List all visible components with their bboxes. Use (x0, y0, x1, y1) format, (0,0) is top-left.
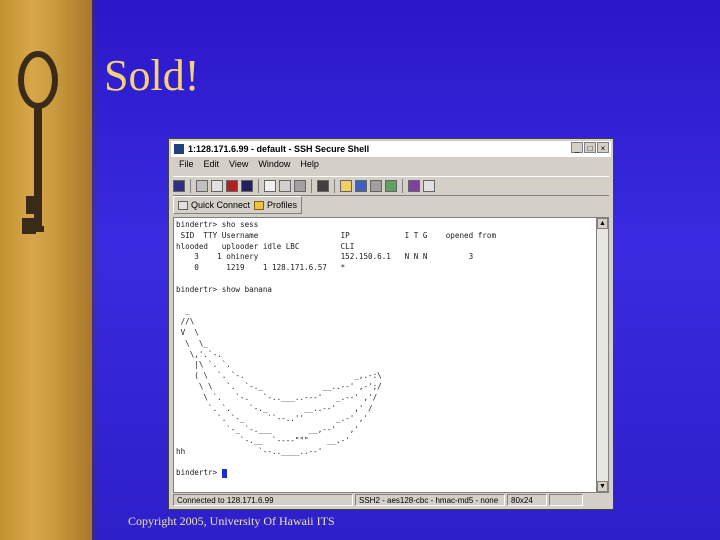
ssh-client-window: 1:128.171.6.99 - default - SSH Secure Sh… (168, 138, 614, 510)
terminal-line: |\ `. `. (176, 360, 231, 370)
terminal-line: _ (176, 306, 190, 316)
find-icon[interactable] (317, 180, 329, 192)
terminal-line: \ \_ (176, 338, 209, 348)
window-title: 1:128.171.6.99 - default - SSH Secure Sh… (188, 144, 370, 154)
disconnect-icon[interactable] (226, 180, 238, 192)
toolbar-divider (258, 179, 259, 193)
terminal-line: `. `. `-._ __..--' ,' / (176, 403, 373, 413)
terminal-line: bindertr> show banana (176, 284, 273, 294)
profiles-label: Profiles (267, 200, 298, 210)
paste-alt-icon[interactable] (294, 180, 306, 192)
terminal-line: //\ (176, 317, 195, 327)
ssh-app-icon (174, 144, 184, 154)
terminal-line: ( \ `. `-. _,.-:\ (176, 371, 382, 381)
resize-grip-icon (549, 494, 583, 506)
save-icon[interactable] (173, 180, 185, 192)
terminal-output: bindertr> sho sess SID TTY Username IP I… (174, 218, 597, 481)
antique-key-icon (18, 51, 58, 234)
window-titlebar[interactable]: 1:128.171.6.99 - default - SSH Secure Sh… (171, 141, 611, 157)
terminal-line: \,'.`-. (176, 349, 222, 359)
new-window-icon[interactable] (370, 180, 382, 192)
terminal-line: V \ (176, 327, 199, 337)
quick-connect-bar: Quick Connect Profiles (173, 196, 303, 214)
toolbar (173, 176, 609, 196)
toolbar-divider (190, 179, 191, 193)
scroll-up-arrow-icon[interactable]: ▲ (597, 218, 608, 229)
terminal-line: hh `--..____..--' (176, 446, 323, 456)
connect-icon[interactable] (241, 180, 253, 192)
quick-connect-button[interactable]: Quick Connect (178, 200, 250, 210)
folder-icon (254, 200, 265, 210)
print-icon[interactable] (196, 180, 208, 192)
terminal-line: 0 1219 1 128.171.6.57 * (176, 263, 346, 273)
terminal-line: \ \ `. `-._ __..--' ,-';/ (176, 381, 382, 391)
settings-icon[interactable] (385, 180, 397, 192)
terminal-line: `-.__ `----""" __.-' (176, 435, 350, 445)
status-terminal-size: 80x24 (507, 494, 547, 506)
menu-file[interactable]: File (179, 159, 194, 173)
menu-bar: File Edit View Window Help (173, 159, 319, 173)
toolbar-divider (311, 179, 312, 193)
books-icon[interactable] (408, 180, 420, 192)
profiles-button[interactable]: Profiles (254, 200, 297, 210)
maximize-button[interactable]: □ (584, 142, 596, 153)
minimize-button[interactable]: _ (571, 142, 583, 153)
menu-view[interactable]: View (229, 159, 248, 173)
menu-window[interactable]: Window (258, 159, 290, 173)
connect-icon (178, 200, 188, 210)
file-transfer-icon[interactable] (355, 180, 367, 192)
terminal-scrollbar[interactable]: ▲ ▼ (596, 217, 609, 493)
copy-icon[interactable] (264, 180, 276, 192)
menu-edit[interactable]: Edit (204, 159, 220, 173)
help-icon[interactable] (423, 180, 435, 192)
status-bar: Connected to 128.171.6.99 SSH2 - aes128-… (173, 493, 609, 507)
print-preview-icon[interactable] (211, 180, 223, 192)
terminal-cursor (221, 468, 227, 478)
terminal-area[interactable]: bindertr> sho sess SID TTY Username IP I… (173, 217, 598, 493)
slide-title: Sold! (104, 51, 200, 100)
paste-icon[interactable] (279, 180, 291, 192)
toolbar-divider (334, 179, 335, 193)
terminal-line: SID TTY Username IP I T G opened from (176, 230, 497, 240)
folder-icon[interactable] (340, 180, 352, 192)
terminal-line: hlooded uplooder idle LBC CLI (176, 241, 355, 251)
status-connection: Connected to 128.171.6.99 (173, 494, 353, 506)
status-cipher: SSH2 - aes128-cbc - hmac-md5 - none (355, 494, 505, 506)
scroll-down-arrow-icon[interactable]: ▼ (597, 481, 608, 492)
terminal-line: `-_ `-.___ __,--' ,' (176, 425, 359, 435)
copyright-footer: Copyright 2005, University Of Hawaii ITS (128, 514, 335, 528)
menu-help[interactable]: Help (300, 159, 319, 173)
terminal-line: 3 1 ohinery 152.150.6.1 N N N 3 (176, 252, 474, 262)
close-button[interactable]: × (597, 142, 609, 153)
terminal-line: `. `-_ ``--..'' _.-' ,' (176, 414, 369, 424)
terminal-line: \ `. `-. `-..___..---' _.--' ,'/ (176, 392, 378, 402)
toolbar-divider (402, 179, 403, 193)
terminal-line: bindertr> (176, 468, 222, 478)
terminal-line: bindertr> sho sess (176, 220, 259, 229)
decorative-strip (0, 0, 98, 540)
quick-connect-label: Quick Connect (191, 200, 251, 210)
